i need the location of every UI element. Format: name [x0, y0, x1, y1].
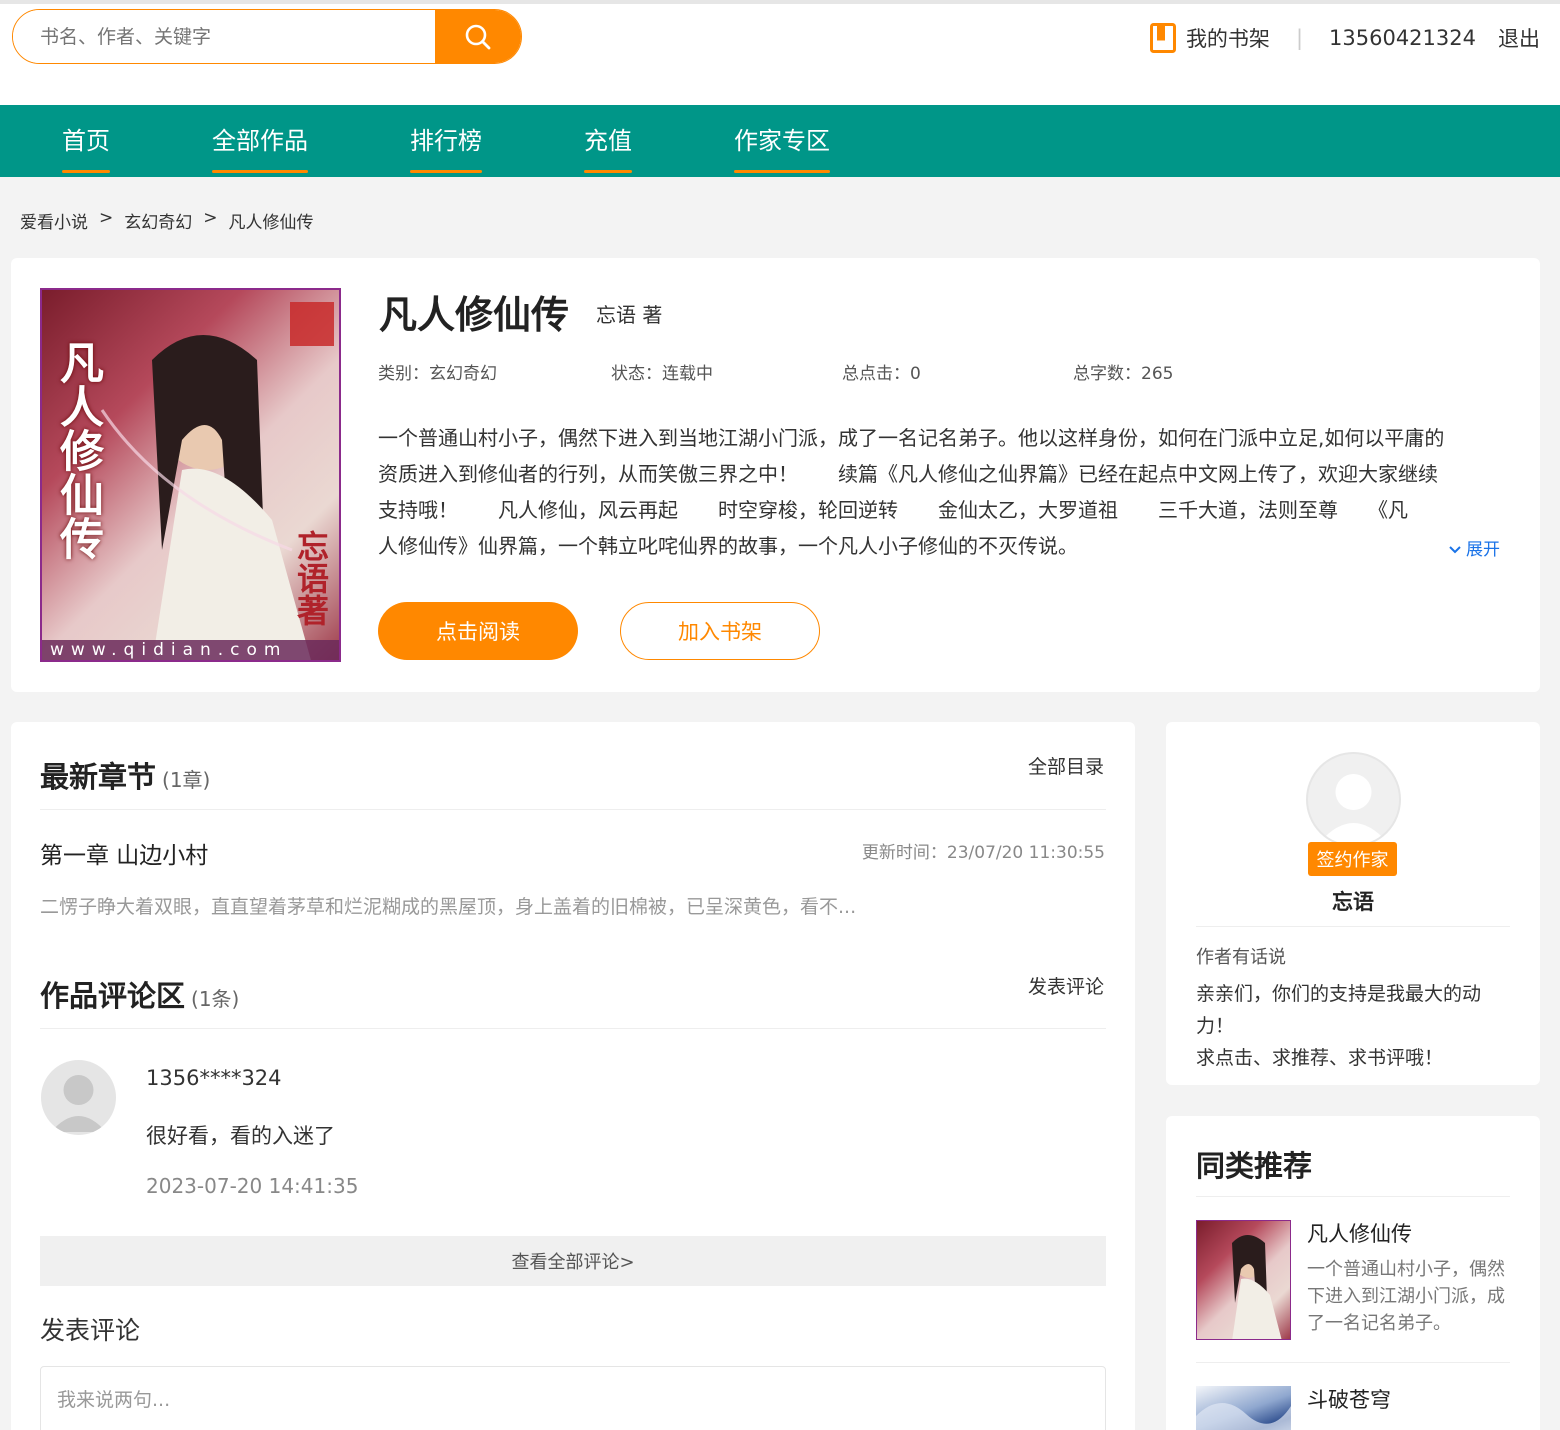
- recommend-cover[interactable]: [1196, 1220, 1291, 1340]
- nav-home[interactable]: 首页: [62, 105, 110, 177]
- book-author[interactable]: 忘语 著: [596, 299, 662, 328]
- book-status: 状态：连载中: [611, 364, 713, 384]
- cover-author-text: 忘语著: [292, 530, 330, 626]
- latest-chapter-link[interactable]: 第一章 山边小村: [40, 836, 208, 870]
- header-separator: |: [1295, 26, 1304, 50]
- chapter-excerpt: 二愣子睁大着双眼，直直望着茅草和烂泥糊成的黑屋顶，身上盖着的旧棉被，已呈深黄色，…: [40, 896, 857, 918]
- user-bar: 我的书架 | 13560421324 退出: [1149, 18, 1540, 58]
- divider: [40, 809, 1106, 810]
- logout-link[interactable]: 退出: [1498, 23, 1540, 53]
- cover-url-text: www.qidian.com: [50, 640, 288, 660]
- update-time: 更新时间：23/07/20 11:30:55: [861, 843, 1105, 863]
- intro-line: 资质进入到修仙者的行列，从而笑傲三界之中！ 续篇《凡人修仙之仙界篇》已经在起点中…: [378, 462, 1438, 486]
- intro-line: 支持哦！ 凡人修仙，风云再起 时空穿梭，轮回逆转 金仙太乙，大罗道祖 三千大道，…: [378, 498, 1408, 522]
- breadcrumb-current: 凡人修仙传: [228, 213, 314, 233]
- divider: [40, 1028, 1106, 1029]
- latest-count: (1章): [162, 768, 211, 792]
- cover-art: [1232, 1235, 1282, 1339]
- my-bookshelf-link[interactable]: 我的书架: [1186, 23, 1270, 53]
- breadcrumb-sep: >: [203, 208, 218, 228]
- breadcrumb-sep: >: [99, 208, 114, 228]
- post-comment-link[interactable]: 发表评论: [1028, 972, 1104, 999]
- cover-art: [1196, 1403, 1291, 1430]
- book-words: 总字数：265: [1073, 364, 1174, 384]
- recommend-title: 同类推荐: [1196, 1149, 1313, 1183]
- book-intro: 一个普通山村小子，偶然下进入到当地江湖小门派，成了一名记名弟子。他以这样身份，如…: [378, 420, 1508, 564]
- user-icon: [1320, 774, 1387, 842]
- divider: [1196, 926, 1510, 927]
- book-category: 类别：玄幻奇幻: [378, 364, 497, 384]
- cover-title-text: 凡人修仙传: [52, 340, 103, 560]
- recommend-item-name[interactable]: 凡人修仙传: [1307, 1218, 1412, 1248]
- bookshelf-icon[interactable]: [1149, 23, 1176, 53]
- intro-line: 人修仙传》仙界篇，一个韩立叱咤仙界的故事，一个凡人小子修仙的不灭传说。: [378, 534, 1078, 558]
- comment-time: 2023-07-20 14:41:35: [146, 1174, 359, 1198]
- recommend-item-desc: 一个普通山村小子，偶然下进入到江湖小门派，成了一名记名弟子。: [1307, 1259, 1505, 1334]
- view-all-comments-button[interactable]: 查看全部评论>: [40, 1236, 1106, 1286]
- comments-title: 作品评论区 (1条): [40, 973, 239, 1015]
- divider: [1196, 1362, 1510, 1363]
- all-chapters-link[interactable]: 全部目录: [1028, 752, 1104, 779]
- user-phone[interactable]: 13560421324: [1329, 26, 1476, 50]
- nav-recharge[interactable]: 充值: [584, 105, 632, 177]
- latest-title-text: 最新章节: [40, 760, 157, 794]
- author-name[interactable]: 忘语: [1290, 886, 1416, 916]
- expand-toggle[interactable]: 展开: [1448, 535, 1500, 560]
- user-icon: [51, 1075, 106, 1132]
- signed-author-badge: 签约作家: [1308, 842, 1397, 876]
- avatar: [41, 1060, 116, 1135]
- author-say-text: 亲亲们，你们的支持是我最大的动力！ 求点击、求推荐、求书评哦！: [1196, 978, 1516, 1074]
- search-input[interactable]: [13, 10, 436, 63]
- recommend-item-name[interactable]: 斗破苍穹: [1307, 1384, 1391, 1414]
- comments-title-text: 作品评论区: [40, 979, 186, 1013]
- comment-user: 1356****324: [146, 1066, 282, 1090]
- author-say-title: 作者有话说: [1196, 947, 1286, 968]
- nav-author-zone[interactable]: 作家专区: [734, 105, 830, 177]
- divider: [1196, 1196, 1510, 1197]
- latest-chapters-title: 最新章节 (1章): [40, 754, 210, 796]
- book-title: 凡人修仙传: [379, 293, 570, 337]
- book-clicks: 总点击：0: [842, 364, 921, 384]
- comments-count: (1条): [191, 987, 240, 1011]
- comment-text: 很好看，看的入迷了: [146, 1124, 335, 1148]
- breadcrumb: 爱看小说 > 玄幻奇幻 > 凡人修仙传: [20, 208, 314, 233]
- add-to-shelf-button[interactable]: 加入书架: [620, 602, 820, 660]
- header: 我的书架 | 13560421324 退出: [0, 4, 1560, 105]
- post-comment-title: 发表评论: [40, 1316, 141, 1345]
- search-bar: [12, 9, 522, 64]
- nav-ranking[interactable]: 排行榜: [410, 105, 482, 177]
- expand-label: 展开: [1466, 540, 1500, 560]
- read-button[interactable]: 点击阅读: [378, 602, 578, 660]
- search-icon: [465, 24, 491, 49]
- comment-input[interactable]: 我来说两句...: [40, 1366, 1106, 1430]
- recommend-cover[interactable]: [1196, 1386, 1291, 1430]
- author-say-line: 亲亲们，你们的支持是我最大的动力！: [1196, 983, 1482, 1037]
- breadcrumb-category[interactable]: 玄幻奇幻: [124, 208, 192, 233]
- nav-all-works[interactable]: 全部作品: [212, 105, 308, 177]
- author-avatar[interactable]: [1306, 752, 1401, 847]
- intro-line: 一个普通山村小子，偶然下进入到当地江湖小门派，成了一名记名弟子。他以这样身份，如…: [378, 426, 1445, 450]
- book-cover[interactable]: 凡人修仙传 忘语著 www.qidian.com: [40, 288, 341, 662]
- search-button[interactable]: [435, 10, 521, 63]
- breadcrumb-home[interactable]: 爱看小说: [20, 208, 88, 233]
- author-say-line: 求点击、求推荐、求书评哦！: [1196, 1047, 1444, 1069]
- chevron-down-icon: [1449, 546, 1461, 554]
- main-nav: 首页 全部作品 排行榜 充值 作家专区: [0, 105, 1560, 177]
